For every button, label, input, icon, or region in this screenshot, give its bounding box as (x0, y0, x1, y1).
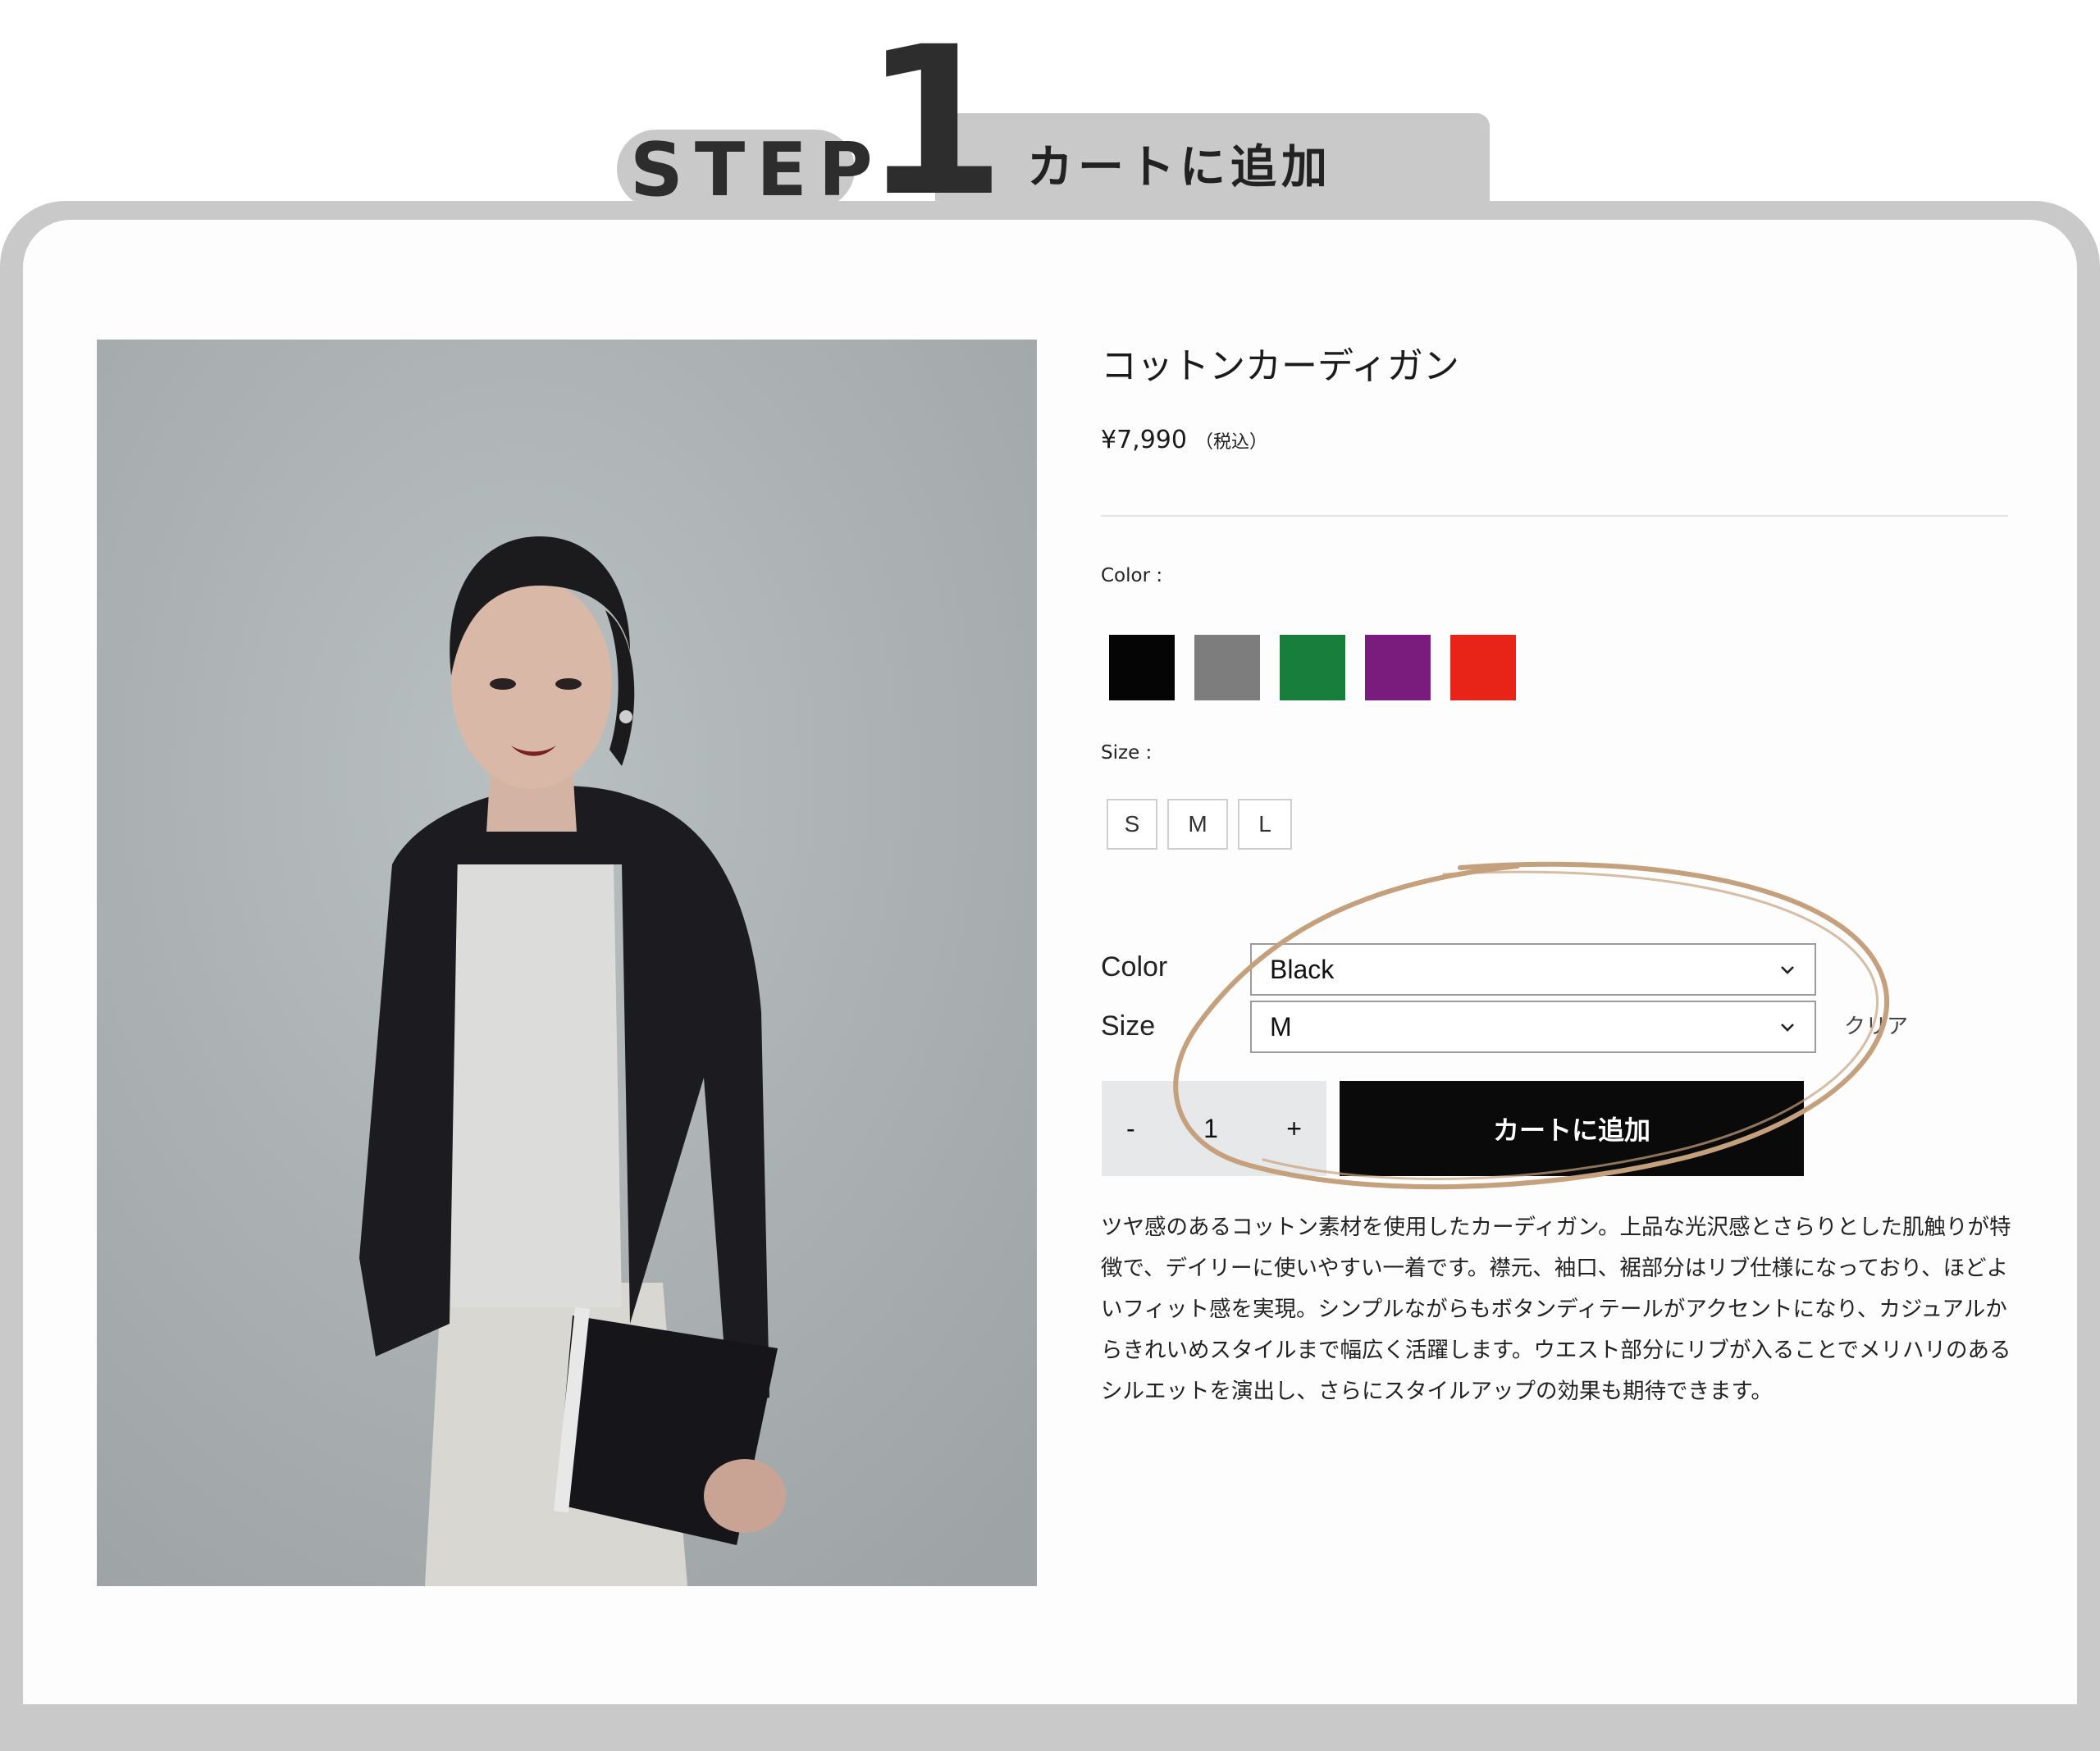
swatch-red[interactable] (1450, 635, 1516, 700)
color-swatch-label: Color : (1101, 565, 1163, 586)
product-title: コットンカーディガン (1101, 345, 1459, 387)
quantity-stepper: - 1 + (1102, 1081, 1326, 1176)
size-button-s[interactable]: S (1107, 799, 1157, 850)
product-price: ¥7,990 （税込） (1101, 420, 1267, 463)
swatch-gray[interactable] (1194, 635, 1260, 700)
product-photo (97, 340, 1037, 1586)
size-select-label: Size (1101, 1010, 1156, 1042)
step-number: 1 (863, 2, 1006, 241)
swatch-purple[interactable] (1365, 635, 1431, 700)
chevron-down-icon (1781, 966, 1794, 974)
size-select[interactable]: M (1250, 1001, 1816, 1053)
color-select-label: Color (1101, 951, 1168, 983)
step-title: カートに追加 (1027, 141, 1332, 194)
add-to-cart-button[interactable]: カートに追加 (1340, 1081, 1804, 1176)
chevron-down-icon (1781, 1024, 1794, 1032)
quantity-plus-button[interactable]: + (1286, 1114, 1302, 1144)
quantity-value[interactable]: 1 (1203, 1114, 1218, 1144)
color-swatches (1109, 635, 1516, 700)
color-select-value: Black (1270, 954, 1335, 984)
size-section-label: Size : (1101, 742, 1153, 764)
size-buttons: S M L (1107, 799, 1292, 850)
step-label: STEP (630, 127, 884, 213)
clear-link[interactable]: クリア (1844, 1010, 1908, 1043)
color-select[interactable]: Black (1250, 943, 1816, 996)
swatch-green[interactable] (1280, 635, 1345, 700)
swatch-black[interactable] (1109, 635, 1175, 700)
tax-note: （税込） (1194, 432, 1267, 453)
product-description: ツヤ感のあるコットン素材を使用したカーディガン。上品な光沢感とさらりとした肌触り… (1101, 1215, 2011, 1404)
price-value: ¥7,990 (1101, 426, 1187, 454)
size-select-value: M (1270, 1011, 1292, 1042)
quantity-minus-button[interactable]: - (1126, 1114, 1135, 1144)
size-button-m[interactable]: M (1167, 799, 1228, 850)
divider (1101, 515, 2008, 517)
size-button-l[interactable]: L (1238, 799, 1292, 850)
